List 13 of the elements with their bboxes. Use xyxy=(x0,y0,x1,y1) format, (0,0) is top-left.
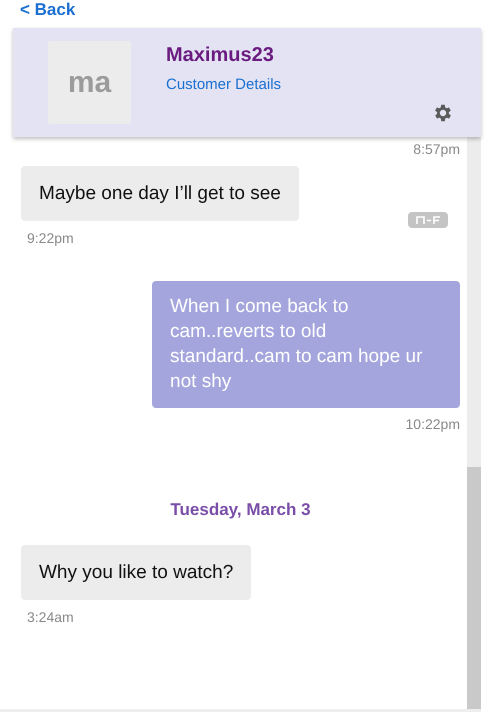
message-time: 8:57pm xyxy=(413,141,460,157)
message-time: 10:22pm xyxy=(406,416,460,432)
scrollbar-thumb[interactable] xyxy=(467,467,481,709)
back-link[interactable]: < Back xyxy=(20,0,76,20)
avatar: ma xyxy=(48,41,131,124)
sent-message: When I come back to cam..reverts to old standard..cam to cam hope ur not shy xyxy=(152,281,460,408)
customer-details-link[interactable]: Customer Details xyxy=(166,76,282,93)
message-time: 9:22pm xyxy=(27,230,74,246)
received-message: Maybe one day I’ll get to see xyxy=(21,166,299,221)
message-time: 3:24am xyxy=(27,609,74,625)
customer-name: Maximus23 xyxy=(166,44,274,67)
received-message: Why you like to watch? xyxy=(21,545,252,600)
date-divider: Tuesday, March 3 xyxy=(170,500,311,520)
